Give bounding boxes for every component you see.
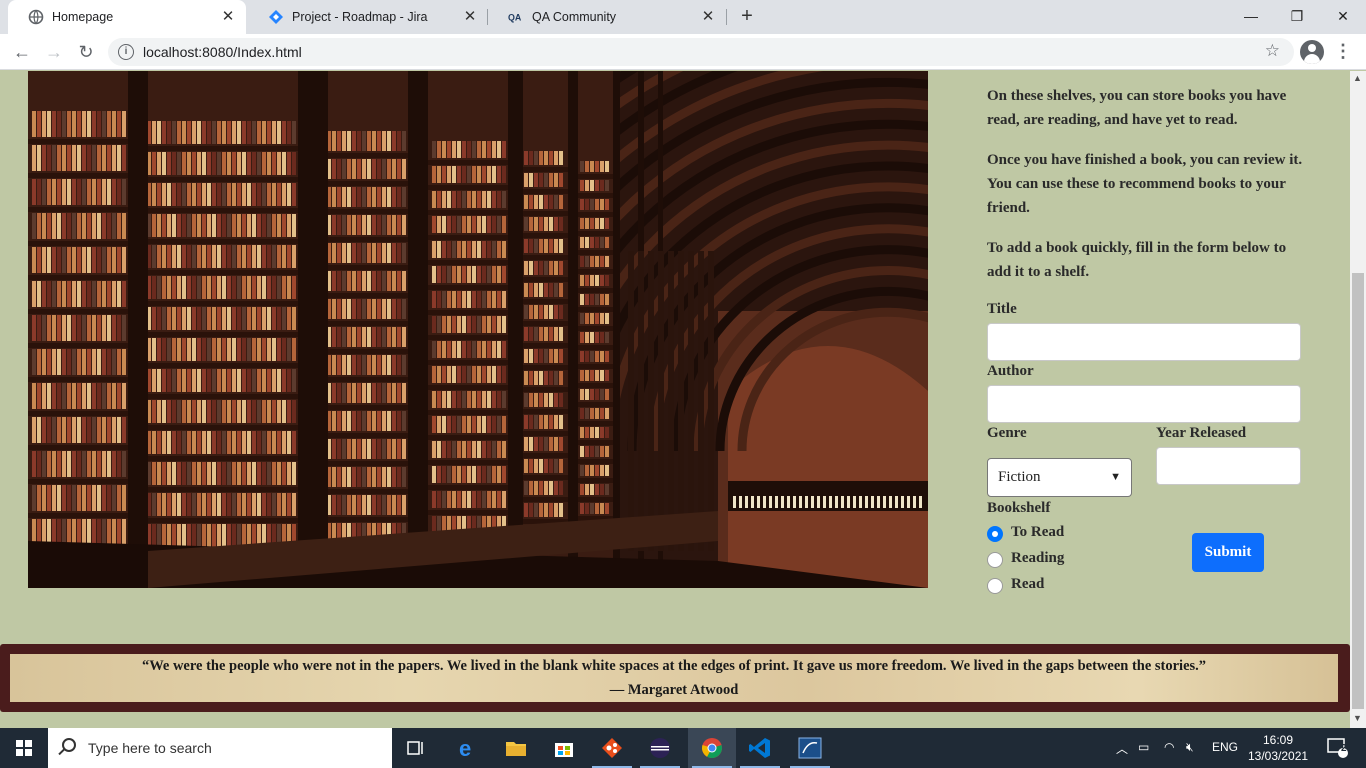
svg-text:QA: QA <box>508 13 522 23</box>
site-info-icon[interactable]: i <box>118 44 134 60</box>
close-tab-icon[interactable]: ✕ <box>220 9 236 25</box>
svg-text:e: e <box>459 736 471 760</box>
search-icon <box>62 738 76 752</box>
tab-jira[interactable]: Project - Roadmap - Jira ✕ <box>248 0 488 34</box>
title-input[interactable] <box>987 323 1301 361</box>
browser-tab-strip: Homepage ✕ Project - Roadmap - Jira ✕ QA… <box>0 0 1366 34</box>
forward-arrow-icon[interactable]: → <box>42 40 66 64</box>
quote-text: “We were the people who were not in the … <box>141 658 1207 674</box>
radio-label-read[interactable]: Read <box>1011 576 1044 593</box>
edge-browser-icon[interactable]: e <box>444 728 492 768</box>
sourcetree-icon[interactable] <box>588 728 636 768</box>
quote-parchment: “We were the people who were not in the … <box>10 654 1338 702</box>
microsoft-store-icon[interactable] <box>540 728 588 768</box>
minimize-icon[interactable]: — <box>1239 4 1263 28</box>
scroll-up-arrow-icon[interactable]: ▲ <box>1353 73 1362 83</box>
taskbar-search-placeholder: Type here to search <box>88 740 212 756</box>
task-view-icon[interactable] <box>392 728 440 768</box>
notification-center-icon[interactable]: 2 <box>1318 728 1358 768</box>
radio-label-to-read[interactable]: To Read <box>1011 524 1064 541</box>
close-window-icon[interactable]: ✕ <box>1331 4 1355 28</box>
taskbar-clock[interactable]: 16:09 13/03/2021 <box>1248 732 1308 764</box>
windows-taskbar: Type here to search e ︿ ▭ ◠ 🔇︎ ENG 16:09 <box>0 728 1366 768</box>
address-bar[interactable]: i localhost:8080/Index.html ☆ <box>108 38 1294 66</box>
bookmark-star-icon[interactable]: ☆ <box>1265 41 1280 61</box>
browser-toolbar: ← → ↻ i localhost:8080/Index.html ☆ <box>0 34 1366 70</box>
tab-homepage[interactable]: Homepage ✕ <box>8 0 246 34</box>
close-tab-icon[interactable]: ✕ <box>462 9 478 25</box>
page-scrollbar[interactable]: ▲ ▼ <box>1350 71 1366 728</box>
sql-workbench-icon[interactable] <box>786 728 834 768</box>
intro-text: On these shelves, you can store books yo… <box>987 84 1307 300</box>
volume-mute-icon[interactable]: 🔇︎ <box>1186 740 1194 755</box>
chrome-icon[interactable] <box>688 728 736 768</box>
tab-qa-community[interactable]: QA QA Community ✕ <box>488 0 726 34</box>
year-label: Year Released <box>1156 425 1247 441</box>
scroll-down-arrow-icon[interactable]: ▼ <box>1353 713 1362 723</box>
windows-start-icon[interactable] <box>0 728 48 768</box>
tab-title: Homepage <box>52 10 114 24</box>
globe-icon <box>28 9 44 25</box>
chevron-down-icon: ▼ <box>1110 471 1121 483</box>
genre-label: Genre <box>987 425 1027 441</box>
reload-icon[interactable]: ↻ <box>74 40 98 64</box>
taskbar-search-box[interactable]: Type here to search <box>48 728 392 768</box>
quote-banner: “We were the people who were not in the … <box>0 644 1350 712</box>
new-tab-button[interactable]: + <box>736 6 758 28</box>
tab-title: QA Community <box>532 10 617 24</box>
close-tab-icon[interactable]: ✕ <box>700 9 716 25</box>
kebab-menu-icon[interactable]: ⋮ <box>1334 40 1352 64</box>
genre-selected-value: Fiction <box>998 469 1041 485</box>
wifi-icon[interactable]: ◠ <box>1164 740 1174 754</box>
file-explorer-icon[interactable] <box>492 728 540 768</box>
bookshelf-label: Bookshelf <box>987 500 1051 516</box>
notification-count-badge: 2 <box>1341 743 1347 754</box>
intro-paragraph-1: On these shelves, you can store books yo… <box>987 88 1287 128</box>
eclipse-icon[interactable] <box>636 728 684 768</box>
restore-icon[interactable]: ❐ <box>1285 4 1309 28</box>
radio-read[interactable] <box>987 578 1003 594</box>
vscode-icon[interactable] <box>736 728 784 768</box>
radio-to-read[interactable] <box>987 526 1003 542</box>
qa-icon: QA <box>508 9 524 25</box>
radio-label-reading[interactable]: Reading <box>1011 550 1064 567</box>
scrollbar-thumb[interactable] <box>1352 273 1364 709</box>
tab-title: Project - Roadmap - Jira <box>292 10 428 24</box>
page-content: On these shelves, you can store books yo… <box>0 71 1350 728</box>
profile-avatar-icon[interactable] <box>1300 40 1324 64</box>
back-arrow-icon[interactable]: ← <box>10 40 34 64</box>
title-label: Title <box>987 301 1017 317</box>
clock-time: 16:09 <box>1262 733 1294 747</box>
clock-date: 13/03/2021 <box>1248 749 1309 763</box>
author-input[interactable] <box>987 385 1301 423</box>
library-hero-image <box>28 71 928 588</box>
url-text: localhost:8080/Index.html <box>143 44 302 60</box>
quote-author: — Margaret Atwood <box>609 682 739 698</box>
intro-paragraph-2: Once you have finished a book, you can r… <box>987 152 1303 216</box>
intro-paragraph-3: To add a book quickly, fill in the form … <box>987 240 1287 280</box>
submit-button[interactable]: Submit <box>1192 533 1264 572</box>
chevron-up-icon[interactable]: ︿ <box>1116 740 1128 757</box>
jira-icon <box>268 9 284 25</box>
genre-select[interactable]: Fiction ▼ <box>987 458 1132 497</box>
battery-icon[interactable]: ▭ <box>1138 740 1149 754</box>
language-indicator[interactable]: ENG <box>1212 740 1238 754</box>
year-input[interactable] <box>1156 447 1301 485</box>
radio-reading[interactable] <box>987 552 1003 568</box>
tab-separator <box>726 9 727 25</box>
author-label: Author <box>987 363 1034 379</box>
